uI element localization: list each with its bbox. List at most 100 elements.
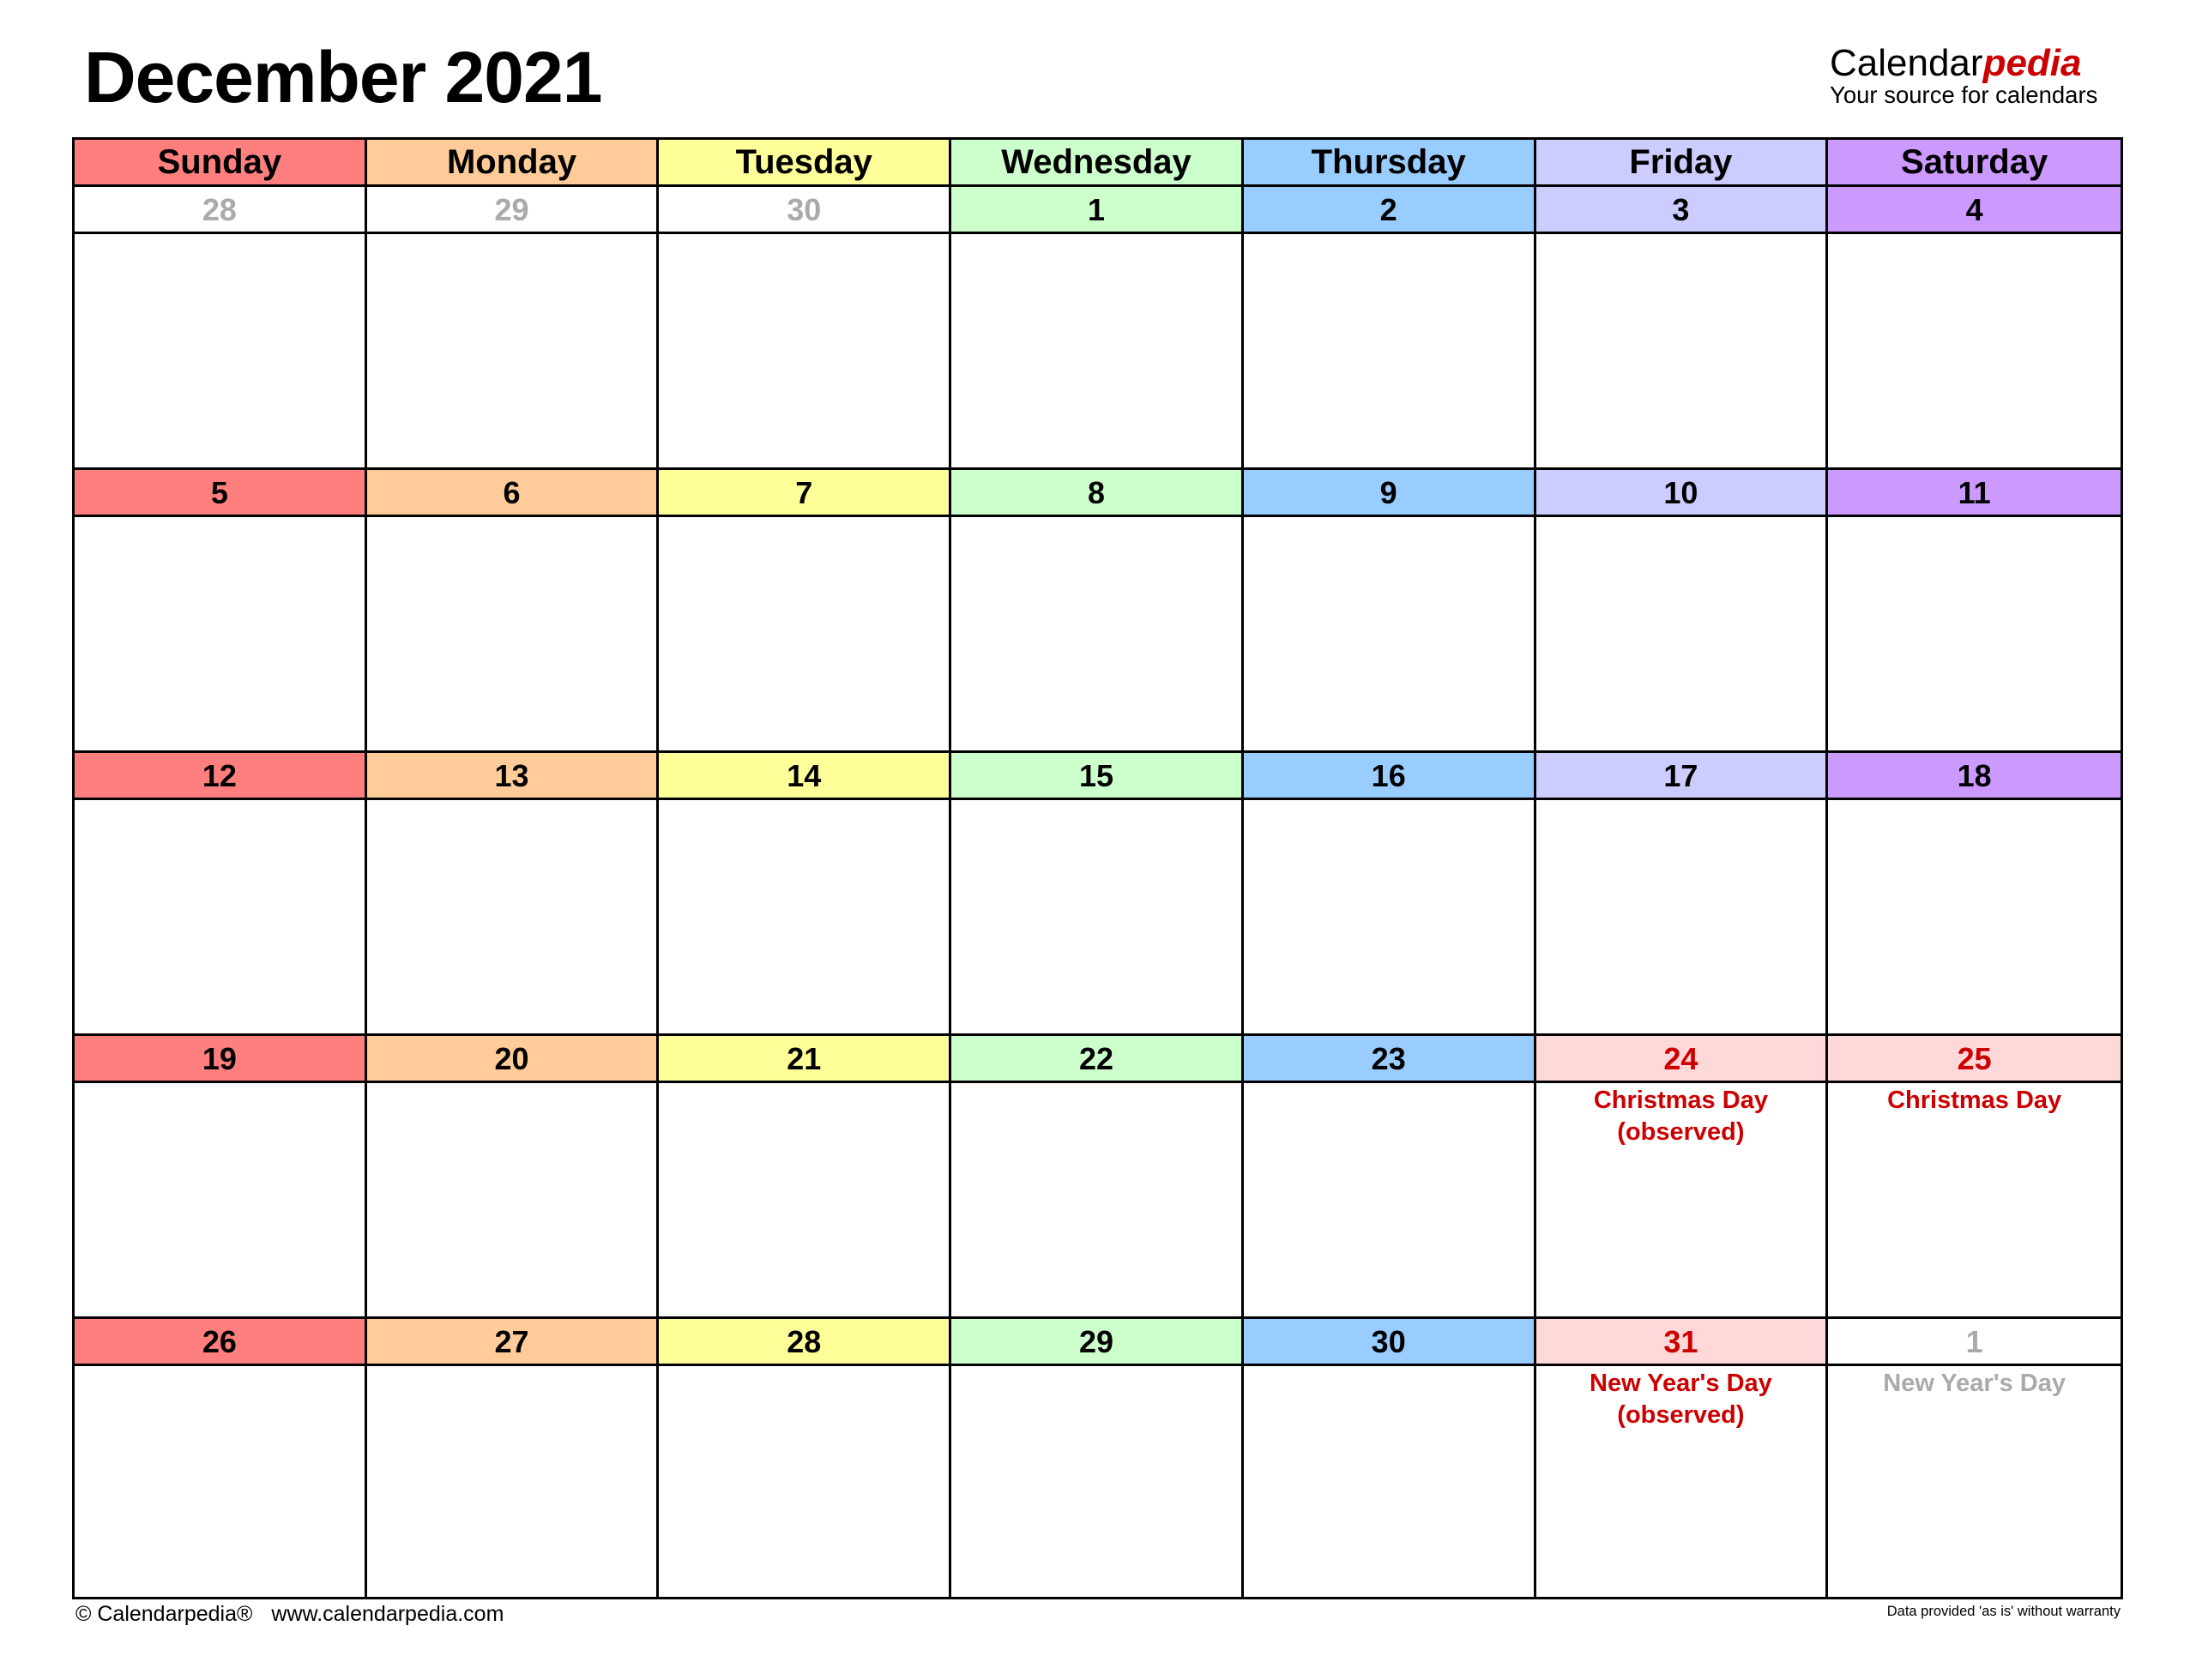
day-body	[75, 1083, 365, 1085]
day-cell[interactable]: 29	[366, 187, 660, 470]
day-number: 30	[1243, 1319, 1534, 1366]
day-cell[interactable]: 1	[951, 187, 1244, 470]
day-number: 17	[1535, 753, 1826, 800]
holiday-label: Christmas Day	[1887, 1087, 2062, 1114]
day-cell[interactable]: 28	[659, 1319, 952, 1599]
day-cell[interactable]: 30	[659, 187, 952, 470]
day-cell[interactable]: 9	[1243, 470, 1536, 753]
day-number: 20	[366, 1036, 657, 1083]
day-body	[951, 517, 1241, 519]
day-body	[1244, 800, 1534, 802]
day-number: 12	[75, 753, 365, 800]
weekday-header-tuesday: Tuesday	[659, 140, 952, 187]
day-cell[interactable]: 13	[366, 753, 660, 1036]
day-cell[interactable]: 3	[1535, 187, 1829, 470]
week-row: 26 27 28 29 30 31 New Year's Day (observed) 1 New…	[75, 1319, 2121, 1602]
day-body	[659, 1366, 949, 1368]
day-body	[1828, 800, 2121, 802]
weekday-header-monday: Monday	[366, 140, 660, 187]
week-row: 28 29 30 1 2 3 4	[75, 187, 2121, 470]
day-body	[659, 1083, 949, 1085]
day-cell[interactable]: 27	[366, 1319, 660, 1599]
day-body: New Year's Day	[1828, 1366, 2121, 1400]
day-cell[interactable]: 10	[1535, 470, 1829, 753]
day-cell[interactable]: 26	[75, 1319, 367, 1599]
day-cell[interactable]: 8	[951, 470, 1244, 753]
day-cell[interactable]: 29	[951, 1319, 1244, 1599]
day-body	[659, 800, 949, 802]
website-link[interactable]: www.calendarpedia.com	[271, 1602, 504, 1626]
day-cell[interactable]: 20	[366, 1036, 660, 1319]
day-cell[interactable]: 21	[659, 1036, 952, 1319]
day-cell[interactable]: 24 Christmas Day (observed)	[1535, 1036, 1829, 1319]
day-cell[interactable]: 14	[659, 753, 952, 1036]
day-number: 25	[1828, 1036, 2121, 1083]
brand-name-part1: Calendar	[1830, 42, 1983, 84]
day-number: 4	[1828, 187, 2121, 234]
day-number: 11	[1828, 470, 2121, 517]
day-body	[367, 517, 657, 519]
day-cell[interactable]: 31 New Year's Day (observed)	[1535, 1319, 1829, 1599]
brand-name-part2: pedia	[1982, 42, 2082, 84]
day-cell[interactable]: 30	[1243, 1319, 1536, 1599]
day-body: New Year's Day (observed)	[1536, 1366, 1826, 1431]
day-cell[interactable]: 22	[951, 1036, 1244, 1319]
day-number: 9	[1243, 470, 1534, 517]
weekday-header-saturday: Saturday	[1828, 140, 2121, 187]
day-cell[interactable]: 25 Christmas Day	[1828, 1036, 2121, 1319]
day-body	[75, 800, 365, 802]
day-number: 14	[659, 753, 950, 800]
day-number: 3	[1535, 187, 1826, 234]
day-number: 24	[1535, 1036, 1826, 1083]
day-cell[interactable]: 18	[1828, 753, 2121, 1036]
day-cell[interactable]: 5	[75, 470, 367, 753]
day-body	[75, 1366, 365, 1368]
day-number: 30	[659, 187, 950, 234]
day-number: 29	[366, 187, 657, 234]
day-cell[interactable]: 2	[1243, 187, 1536, 470]
day-body	[1536, 800, 1826, 802]
day-cell[interactable]: 23	[1243, 1036, 1536, 1319]
day-number: 29	[951, 1319, 1241, 1366]
day-body	[1244, 1366, 1534, 1368]
day-cell[interactable]: 7	[659, 470, 952, 753]
day-body	[1828, 234, 2121, 236]
day-number: 5	[75, 470, 365, 517]
day-number: 28	[659, 1319, 950, 1366]
brand-logo[interactable]: Calendarpedia Your source for calendars	[1830, 45, 2126, 107]
week-row: 5 6 7 8 9 10 11	[75, 470, 2121, 753]
day-number: 21	[659, 1036, 950, 1083]
day-body	[1244, 234, 1534, 236]
day-body	[951, 800, 1241, 802]
day-number: 7	[659, 470, 950, 517]
copyright-text: © Calendarpedia®	[75, 1602, 253, 1626]
day-number: 27	[366, 1319, 657, 1366]
day-number: 15	[951, 753, 1241, 800]
weekday-header-thursday: Thursday	[1243, 140, 1536, 187]
day-body: Christmas Day (observed)	[1536, 1083, 1826, 1148]
weekday-header-friday: Friday	[1535, 140, 1829, 187]
holiday-label: New Year's Day	[1883, 1370, 2066, 1397]
day-number: 22	[951, 1036, 1241, 1083]
day-cell[interactable]: 15	[951, 753, 1244, 1036]
day-cell[interactable]: 28	[75, 187, 367, 470]
day-number: 23	[1243, 1036, 1534, 1083]
day-cell[interactable]: 6	[366, 470, 660, 753]
day-cell[interactable]: 17	[1535, 753, 1829, 1036]
weekday-header-wednesday: Wednesday	[951, 140, 1244, 187]
day-number: 10	[1535, 470, 1826, 517]
day-cell[interactable]: 19	[75, 1036, 367, 1319]
day-number: 8	[951, 470, 1241, 517]
weekday-header-row: Sunday Monday Tuesday Wednesday Thursday Frid…	[75, 140, 2121, 187]
day-number: 1	[1828, 1319, 2121, 1366]
day-cell[interactable]: 16	[1243, 753, 1536, 1036]
day-body	[951, 1083, 1241, 1085]
holiday-label: New Year's Day	[1590, 1370, 1772, 1397]
day-cell[interactable]: 1 New Year's Day	[1828, 1319, 2121, 1599]
day-cell[interactable]: 11	[1828, 470, 2121, 753]
day-cell[interactable]: 12	[75, 753, 367, 1036]
day-body	[1828, 517, 2121, 519]
day-number: 16	[1243, 753, 1534, 800]
day-cell[interactable]: 4	[1828, 187, 2121, 470]
day-body	[367, 1366, 657, 1368]
